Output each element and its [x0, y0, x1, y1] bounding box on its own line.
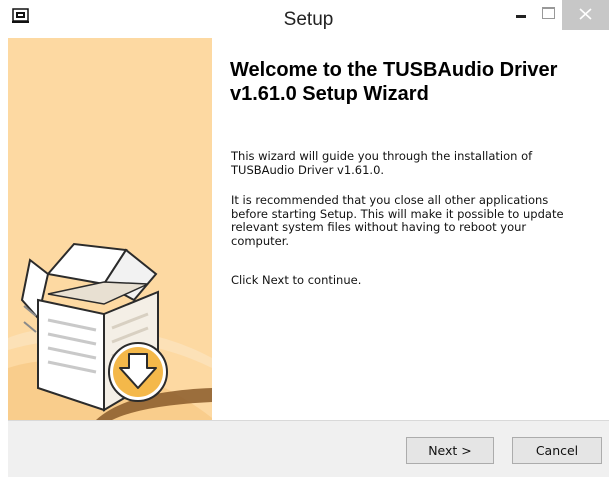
wizard-content: Welcome to the TUSBAudio Driver v1.61.0 … — [8, 38, 609, 420]
box-download-illustration — [8, 242, 212, 420]
close-button[interactable] — [562, 0, 609, 30]
recommendation-line: computer. — [231, 233, 290, 248]
next-button[interactable]: Next > — [406, 437, 494, 464]
intro-paragraph: This wizard will guide you through the i… — [231, 149, 591, 177]
minimize-button[interactable] — [506, 0, 534, 30]
setup-window: Setup Welcome to the TUSBAudio Driver v1… — [8, 0, 609, 477]
maximize-button[interactable] — [534, 0, 562, 30]
close-icon — [579, 8, 592, 20]
cancel-button[interactable]: Cancel — [512, 437, 602, 464]
recommendation-line: relevant system files without having to … — [231, 220, 527, 234]
recommendation-paragraph: It is recommended that you close all oth… — [231, 193, 591, 248]
title-bar[interactable]: Setup — [8, 0, 609, 38]
footer-divider — [8, 420, 609, 421]
intro-line: TUSBAudio Driver v1.61.0. — [231, 162, 385, 177]
intro-line: This wizard will guide you through the i… — [231, 149, 533, 163]
welcome-heading-line1: Welcome to the TUSBAudio Driver — [230, 59, 558, 81]
continue-instruction: Click Next to continue. — [231, 273, 362, 287]
welcome-heading: Welcome to the TUSBAudio Driver v1.61.0 … — [230, 58, 600, 106]
recommendation-line: It is recommended that you close all oth… — [231, 193, 549, 207]
side-banner — [8, 38, 212, 420]
welcome-heading-line2: v1.61.0 Setup Wizard — [230, 83, 429, 105]
recommendation-line: before starting Setup. This will make it… — [231, 206, 564, 221]
